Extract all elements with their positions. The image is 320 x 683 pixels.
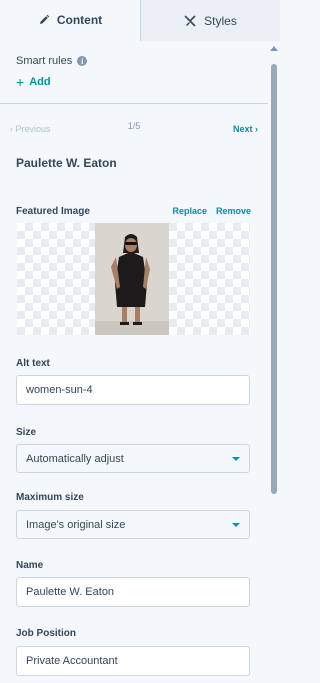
scrollbar-thumb[interactable] [271,64,277,494]
replace-image-button[interactable]: Replace [172,206,207,216]
smart-rules-label: Smart rules [16,55,73,67]
alt-text-label: Alt text [16,358,50,369]
name-label: Name [16,560,44,571]
featured-image-photo [95,223,169,335]
tab-styles-label: Styles [204,13,237,28]
maximum-size-label: Maximum size [16,492,84,503]
maximum-size-select[interactable]: Image's original size [16,510,250,539]
size-select-value: Automatically adjust [26,452,124,465]
brush-icon [184,14,197,27]
smart-rules-heading: Smart rules i [16,55,88,67]
editor-tabs: Content Styles [0,0,280,41]
item-pager: ‹ Previous 1/5 Next › [10,121,258,136]
item-title: Paulette W. Eaton [16,156,117,170]
featured-image-preview[interactable] [17,223,250,335]
name-input-value: Paulette W. Eaton [26,586,115,598]
alt-text-input[interactable]: women-sun-4 [16,375,250,405]
caret-down-icon [232,522,240,527]
plus-icon: + [16,73,25,90]
scroll-up-arrow-icon[interactable] [270,46,278,51]
tab-styles[interactable]: Styles [140,0,280,41]
divider [0,103,268,104]
job-position-input[interactable]: Private Accountant [16,646,250,676]
info-icon[interactable]: i [77,56,88,66]
add-smart-rule-label: Add [29,76,51,88]
tab-content-label: Content [56,12,103,27]
job-position-input-value: Private Accountant [26,655,118,667]
panel-scrollbar[interactable] [268,42,280,683]
name-input[interactable]: Paulette W. Eaton [16,577,250,607]
job-position-label: Job Position [16,628,76,639]
pencil-icon [38,14,50,26]
pager-count: 1/5 [127,121,141,131]
alt-text-value: women-sun-4 [26,384,93,396]
featured-image-label: Featured Image [16,206,90,217]
caret-down-icon [232,456,240,461]
tab-content[interactable]: Content [0,0,140,41]
add-smart-rule-button[interactable]: + Add [16,73,51,90]
next-button[interactable]: Next › [233,124,258,134]
remove-image-button[interactable]: Remove [216,206,251,216]
maximum-size-select-value: Image's original size [26,518,126,531]
next-label: Next [232,124,253,134]
content-panel: Smart rules i + Add ‹ Previous 1/5 Next … [0,42,268,683]
image-actions: Replace Remove [172,206,251,216]
size-label: Size [16,427,37,438]
chevron-right-icon: › [252,124,258,134]
size-select[interactable]: Automatically adjust [16,444,250,473]
